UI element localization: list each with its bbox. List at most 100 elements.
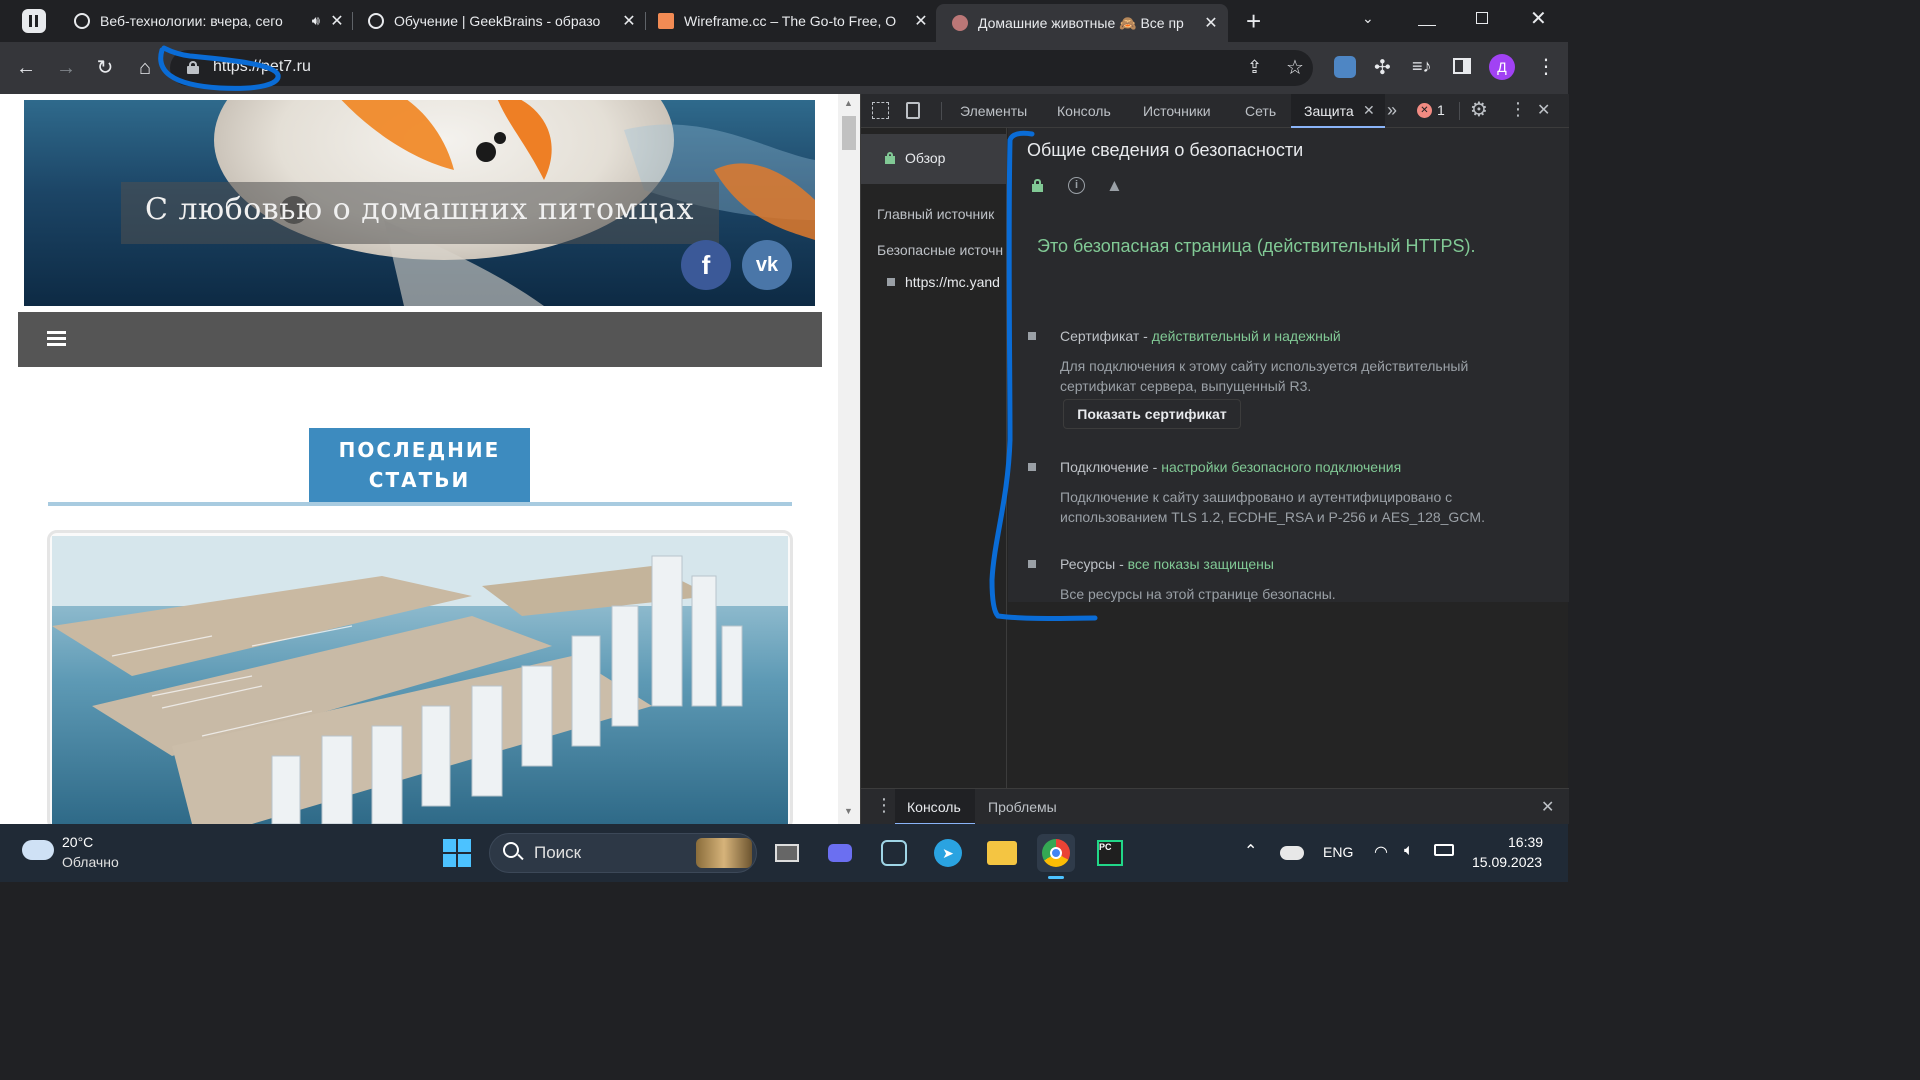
minimize-button[interactable]: [1418, 6, 1436, 26]
devtools-drawer: ⋮ Консоль Проблемы ✕: [861, 788, 1569, 825]
profile-avatar[interactable]: Д: [1489, 54, 1515, 80]
meet-icon[interactable]: [821, 834, 859, 872]
openai-icon: [74, 13, 90, 29]
devtools-tabbar: Элементы Консоль Источники Сеть Защита ✕…: [861, 94, 1569, 128]
scroll-up-arrow-icon[interactable]: ▲: [844, 98, 853, 108]
tab-1[interactable]: Веб-технологии: вчера, сего 🔊︎ ✕: [64, 4, 346, 38]
banner-title: С любовью о домашних питомцах: [145, 192, 694, 227]
new-tab-button[interactable]: +: [1246, 6, 1261, 37]
tab-search-icon[interactable]: [22, 9, 46, 33]
drawer-tab-issues[interactable]: Проблемы: [988, 799, 1057, 815]
tab-network[interactable]: Сеть: [1245, 94, 1276, 128]
forward-icon[interactable]: →: [54, 56, 78, 80]
origin-bullet: [887, 278, 895, 286]
tab-4-active[interactable]: Домашние животные 🙈 Все пр ✕: [936, 4, 1228, 42]
media-controls-icon[interactable]: ≡♪: [1412, 56, 1432, 77]
error-count: 1: [1437, 102, 1445, 118]
scrollbar-thumb[interactable]: [842, 116, 856, 150]
settings-gear-icon[interactable]: ⚙: [1470, 97, 1488, 122]
overview-label[interactable]: Обзор: [905, 150, 945, 166]
search-icon: [503, 842, 519, 858]
wireframe-icon: [658, 13, 674, 29]
tab-title: Веб-технологии: вчера, сего: [100, 13, 283, 29]
app-icon[interactable]: [875, 834, 913, 872]
telegram-icon[interactable]: ➤: [929, 834, 967, 872]
close-tab-icon[interactable]: ✕: [620, 11, 638, 31]
article-image[interactable]: [52, 536, 788, 824]
more-tabs-chevron-icon[interactable]: »: [1387, 100, 1397, 121]
conn-desc-2: использованием TLS 1.2, ECDHE_RSA и P-25…: [1060, 509, 1485, 525]
close-tab-icon[interactable]: ✕: [912, 11, 930, 31]
clock-time[interactable]: 16:39: [1508, 834, 1543, 850]
error-icon: ✕: [1417, 103, 1432, 118]
tray-chevron-icon[interactable]: ⌃: [1244, 841, 1257, 861]
error-badge[interactable]: ✕ 1: [1415, 102, 1451, 120]
cloud-weather-icon[interactable]: [22, 840, 54, 860]
hamburger-menu-icon[interactable]: [47, 331, 66, 347]
address-bar[interactable]: [170, 50, 1313, 86]
weather-temp[interactable]: 20°C: [62, 834, 93, 850]
bookmark-star-icon[interactable]: ☆: [1286, 55, 1304, 80]
language-indicator[interactable]: ENG: [1323, 844, 1353, 860]
close-window-button[interactable]: ✕: [1530, 6, 1547, 31]
site-nav-bar: [18, 312, 822, 367]
search-placeholder[interactable]: Поиск: [534, 843, 581, 863]
side-panel-icon[interactable]: [1453, 58, 1471, 74]
device-toolbar-icon[interactable]: [906, 102, 920, 119]
drawer-menu-icon[interactable]: ⋮: [875, 795, 893, 816]
start-windows-icon[interactable]: [443, 839, 471, 867]
drawer-tab-console[interactable]: Консоль: [907, 799, 961, 815]
latest-articles-tab: ПОСЛЕДНИЕ СТАТЬИ: [309, 428, 530, 502]
windows-taskbar: 20°C Облачно Поиск ➤ PC ⌃ ENG ◠ 🔈︎ 16:39…: [0, 824, 1568, 882]
battery-icon[interactable]: [1434, 844, 1454, 856]
tab-title: Домашние животные 🙈 Все пр: [978, 14, 1184, 31]
close-drawer-icon[interactable]: ✕: [1541, 797, 1554, 817]
tab-strip: Веб-технологии: вчера, сего 🔊︎ ✕ Обучени…: [0, 0, 1568, 42]
cert-status: действительный и надежный: [1151, 328, 1341, 344]
conn-status: настройки безопасного подключения: [1161, 459, 1402, 475]
task-view-icon[interactable]: [768, 834, 806, 872]
close-security-tab-icon[interactable]: ✕: [1363, 102, 1375, 119]
devtools-menu-icon[interactable]: ⋮: [1509, 99, 1527, 120]
tab-3[interactable]: Wireframe.cc – The Go-to Free, O ✕: [652, 4, 930, 38]
web-page-viewport: С любовью о домашних питомцах f vk ПОСЛЕ…: [0, 94, 860, 824]
inspect-element-icon[interactable]: [872, 102, 889, 119]
scroll-down-arrow-icon[interactable]: ▼: [844, 806, 853, 816]
page-scrollbar[interactable]: ▲ ▼: [838, 94, 860, 824]
res-status: все показы защищены: [1127, 556, 1274, 572]
cert-desc-1: Для подключения к этому сайту использует…: [1060, 358, 1469, 374]
chrome-menu-icon[interactable]: ⋮: [1536, 54, 1556, 79]
tab-list-chevron-icon[interactable]: ⌄: [1362, 10, 1374, 27]
vk-icon[interactable]: vk: [742, 240, 792, 290]
extensions-puzzle-icon[interactable]: ✣: [1374, 55, 1391, 80]
latest-articles-line2: СТАТЬИ: [368, 468, 471, 492]
search-highlight-image: [696, 838, 752, 868]
reload-icon[interactable]: ↻: [93, 56, 117, 80]
section-underline: [48, 502, 792, 506]
tab-sources[interactable]: Источники: [1143, 94, 1211, 128]
clock-date[interactable]: 15.09.2023: [1472, 854, 1542, 870]
tab-2[interactable]: Обучение | GeekBrains - образо ✕: [358, 4, 638, 38]
facebook-icon[interactable]: f: [681, 240, 731, 290]
volume-icon[interactable]: 🔈︎: [1404, 842, 1414, 860]
speaker-icon[interactable]: 🔊︎: [312, 13, 320, 29]
file-explorer-icon[interactable]: [983, 834, 1021, 872]
restore-button[interactable]: [1476, 12, 1488, 24]
weather-desc[interactable]: Облачно: [62, 854, 119, 870]
back-icon[interactable]: ←: [14, 56, 38, 80]
close-tab-icon[interactable]: ✕: [1202, 13, 1220, 33]
annotation-scribble-url: [158, 45, 281, 91]
share-icon[interactable]: ⇪: [1247, 57, 1262, 78]
chrome-icon[interactable]: [1037, 834, 1075, 872]
close-devtools-icon[interactable]: ✕: [1537, 100, 1550, 120]
pycharm-icon[interactable]: PC: [1091, 834, 1129, 872]
onedrive-icon[interactable]: [1280, 846, 1304, 860]
tab-title: Обучение | GeekBrains - образо: [394, 13, 601, 29]
extension-icon[interactable]: [1334, 56, 1356, 78]
devtools-panel: Элементы Консоль Источники Сеть Защита ✕…: [860, 94, 1569, 825]
overview-lock-icon: [885, 152, 895, 164]
wifi-icon[interactable]: ◠: [1374, 842, 1388, 862]
tab-security-label[interactable]: Защита: [1304, 94, 1354, 128]
close-tab-icon[interactable]: ✕: [328, 11, 346, 31]
header-banner: С любовью о домашних питомцах f vk: [24, 100, 815, 306]
